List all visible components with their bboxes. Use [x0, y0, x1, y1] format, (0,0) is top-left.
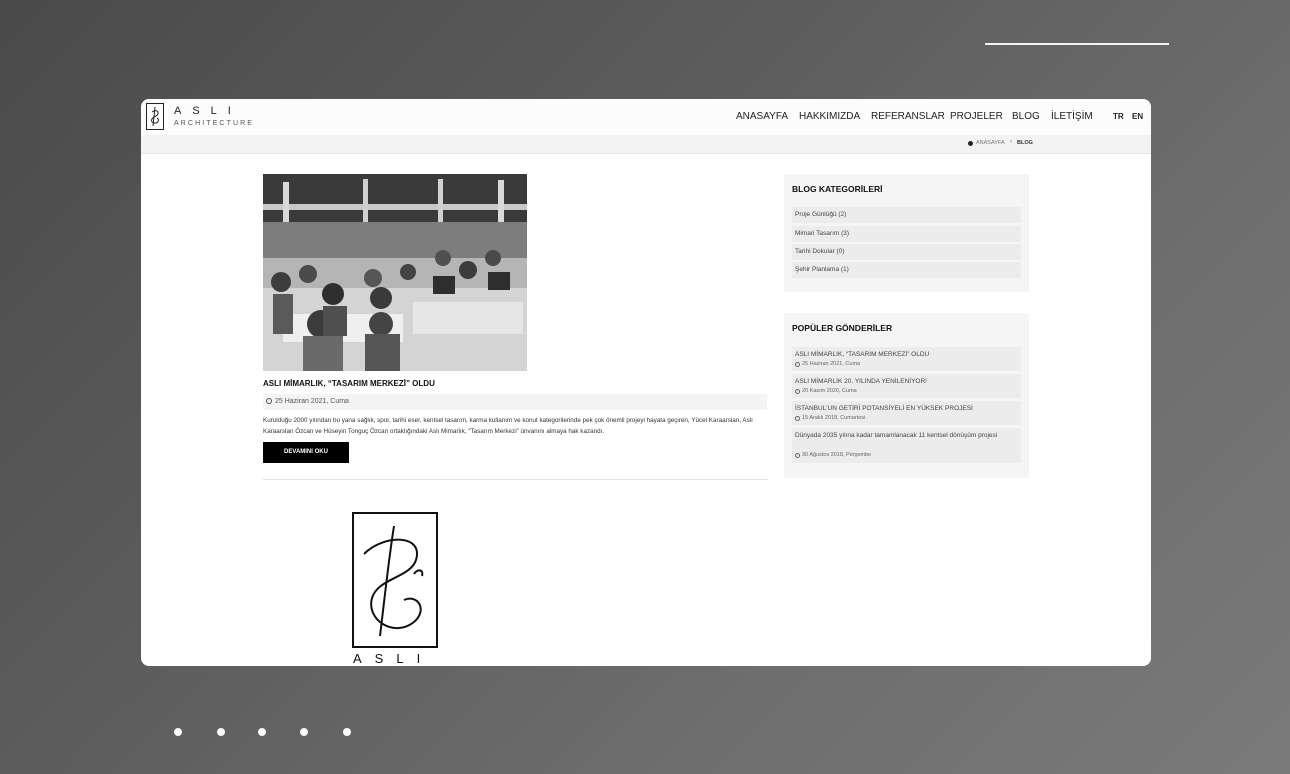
breadcrumb-separator: › [1010, 139, 1012, 145]
post-divider [263, 479, 768, 480]
popular-post-item[interactable]: İSTANBUL'UN GETİRİ POTANSİYELİ EN YÜKSEK… [792, 401, 1021, 425]
popular-post-date: 20 Kasım 2020, Cuma [802, 388, 857, 394]
carousel-dot[interactable] [258, 728, 266, 736]
post-excerpt: Kurulduğu 2000 yılından bu yana sağlık, … [263, 417, 753, 435]
brand-logo-name: ASLI [353, 651, 434, 666]
nav-projeler[interactable]: PROJELER [950, 111, 1003, 122]
logo-name: ASLI [174, 105, 242, 117]
clock-icon [266, 398, 272, 404]
brand-logo-mark [352, 512, 438, 648]
post-meta: 25 Haziran 2021, Cuma [263, 394, 767, 410]
nav-iletisim[interactable]: İLETİŞİM [1051, 111, 1093, 122]
category-item[interactable]: Tarihi Dokular (0) [792, 244, 1021, 260]
breadcrumb-current: BLOG [1017, 140, 1033, 146]
top-decorative-line [985, 43, 1169, 45]
site-logo[interactable]: ASLI ARCHITECTURE [146, 103, 266, 133]
popular-post-date: 25 Haziran 2021, Cuma [802, 361, 861, 367]
clock-icon [795, 362, 800, 367]
category-item[interactable]: Şehir Planlama (1) [792, 262, 1021, 278]
popular-post-date: 15 Aralık 2018, Cumartesi [802, 415, 866, 421]
lang-tr[interactable]: TR [1113, 112, 1124, 121]
clock-icon [795, 389, 800, 394]
brand-logo-large: ASLI [352, 512, 442, 666]
browser-window: ASLI ARCHITECTURE ANASAYFA HAKKIMIZDA RE… [141, 99, 1151, 666]
carousel-dot[interactable] [343, 728, 351, 736]
nav-hakkimizda[interactable]: HAKKIMIZDA [799, 111, 860, 122]
category-item[interactable]: Proje Günlüğü (2) [792, 207, 1021, 223]
category-label: Mimari Tasarım (3) [795, 230, 850, 237]
popular-post-title: ASLI MİMARLIK 20. YILINDA YENİLENİYOR! [795, 378, 927, 385]
blog-categories-widget: BLOG KATEGORİLERİ Proje Günlüğü (2) Mima… [784, 174, 1029, 292]
post-thumbnail[interactable] [263, 174, 527, 371]
nav-referanslar[interactable]: REFERANSLAR [871, 111, 945, 122]
popular-post-item[interactable]: Dünyada 2035 yılına kadar tamamlanacak 1… [792, 428, 1021, 463]
category-label: Tarihi Dokular (0) [795, 248, 845, 255]
home-dot-icon [968, 141, 973, 146]
carousel-dot[interactable] [300, 728, 308, 736]
read-more-button[interactable]: DEVAMINI OKU [263, 442, 349, 463]
site-header: ASLI ARCHITECTURE ANASAYFA HAKKIMIZDA RE… [141, 99, 1151, 135]
breadcrumb: ANASAYFA › BLOG [141, 135, 1151, 154]
logo-mark [146, 103, 164, 130]
lang-en[interactable]: EN [1132, 112, 1143, 121]
post-title[interactable]: ASLI MİMARLIK, “TASARIM MERKEZİ” OLDU [263, 379, 435, 388]
popular-posts-widget: POPÜLER GÖNDERİLER ASLI MİMARLIK, “TASAR… [784, 313, 1029, 478]
clock-icon [795, 416, 800, 421]
post-date: 25 Haziran 2021, Cuma [275, 397, 349, 405]
popular-post-title: ASLI MİMARLIK, “TASARIM MERKEZİ” OLDU [795, 351, 930, 358]
breadcrumb-home[interactable]: ANASAYFA [976, 140, 1005, 146]
popular-title: POPÜLER GÖNDERİLER [792, 323, 893, 333]
popular-post-date: 30 Ağustos 2018, Perşembe [802, 452, 872, 458]
carousel-dot[interactable] [174, 728, 182, 736]
logo-subtitle: ARCHITECTURE [174, 120, 255, 127]
popular-post-item[interactable]: ASLI MİMARLIK 20. YILINDA YENİLENİYOR! 2… [792, 374, 1021, 398]
category-label: Şehir Planlama (1) [795, 266, 849, 273]
nav-blog[interactable]: BLOG [1012, 111, 1040, 122]
category-item[interactable]: Mimari Tasarım (3) [792, 226, 1021, 242]
popular-post-item[interactable]: ASLI MİMARLIK, “TASARIM MERKEZİ” OLDU 25… [792, 347, 1021, 371]
carousel-dot[interactable] [217, 728, 225, 736]
nav-anasayfa[interactable]: ANASAYFA [736, 111, 788, 122]
category-label: Proje Günlüğü (2) [795, 211, 847, 218]
categories-title: BLOG KATEGORİLERİ [792, 184, 883, 194]
popular-post-title: İSTANBUL'UN GETİRİ POTANSİYELİ EN YÜKSEK… [795, 405, 973, 412]
popular-post-title: Dünyada 2035 yılına kadar tamamlanacak 1… [795, 432, 998, 439]
clock-icon [795, 453, 800, 458]
